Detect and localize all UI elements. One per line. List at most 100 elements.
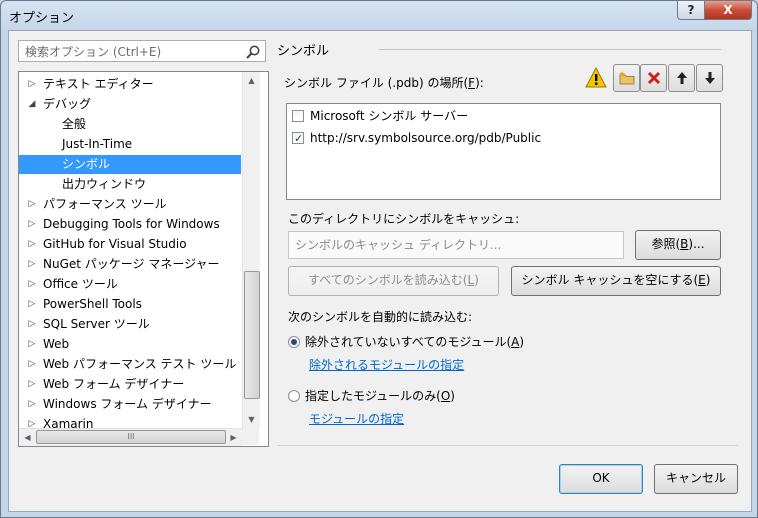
- location-label: Microsoft シンボル サーバー: [310, 109, 469, 123]
- scroll-down-icon[interactable]: ▼: [243, 411, 260, 428]
- scroll-corner: [242, 428, 259, 445]
- load-all-text: すべてのシンボルを読み込む(: [308, 273, 468, 287]
- search-input[interactable]: [23, 43, 237, 61]
- tree-item[interactable]: ▷ Office ツール: [19, 275, 241, 294]
- specify-excluded-modules-link[interactable]: 除外されるモジュールの指定: [309, 356, 464, 373]
- symbol-locations-list: Microsoft シンボル サーバー http://srv.symbolsou…: [286, 103, 721, 200]
- tree-item-label: Web フォーム デザイナー: [43, 377, 185, 391]
- collapsed-arrow-icon[interactable]: ▷: [27, 395, 37, 414]
- collapsed-arrow-icon[interactable]: ▷: [27, 375, 37, 394]
- tree-item-label: SQL Server ツール: [43, 317, 150, 331]
- tree-item[interactable]: ▷ Web フォーム デザイナー: [19, 375, 241, 394]
- move-up-button[interactable]: [668, 64, 695, 92]
- tree-item-label: 全般: [62, 117, 87, 131]
- remove-location-button[interactable]: [640, 64, 667, 92]
- collapsed-arrow-icon[interactable]: ▷: [27, 195, 37, 214]
- tree-item-label: デバッグ: [43, 97, 92, 111]
- collapsed-arrow-icon[interactable]: ▷: [27, 255, 37, 274]
- tree-item[interactable]: ▷ SQL Server ツール: [19, 315, 241, 334]
- options-tree: ▷ テキスト エディター ◢ デバッグ全般 Just-In-Time シンボル出力ウィンド…: [18, 71, 269, 447]
- tree-item[interactable]: ▷ Windows フォーム デザイナー: [19, 395, 241, 414]
- specified-modules-suffix: ): [450, 389, 455, 403]
- empty-cache-accesskey: E: [698, 273, 706, 287]
- scroll-left-icon[interactable]: ◀: [19, 429, 36, 446]
- specified-modules-accesskey: O: [440, 389, 451, 403]
- location-label: http://srv.symbolsource.org/pdb/Public: [310, 131, 542, 145]
- arrow-up-icon: [676, 72, 687, 84]
- collapsed-arrow-icon[interactable]: ▷: [27, 355, 37, 374]
- empty-cache-button[interactable]: シンボル キャッシュを空にする(E): [511, 266, 721, 296]
- tree-item-label: Just-In-Time: [62, 137, 133, 151]
- cache-directory-label: このディレクトリにシンボルをキャッシュ:: [288, 212, 520, 226]
- collapsed-arrow-icon[interactable]: ▷: [27, 275, 37, 294]
- tree-item[interactable]: 全般: [19, 115, 241, 134]
- search-box[interactable]: [18, 40, 266, 62]
- tree-item[interactable]: ▷ NuGet パッケージ マネージャー: [19, 255, 241, 274]
- all-modules-text: 除外されていないすべてのモジュール(: [305, 335, 512, 349]
- arrow-down-icon: [704, 72, 715, 84]
- close-button[interactable]: X: [704, 1, 752, 20]
- collapsed-arrow-icon[interactable]: ▷: [27, 235, 37, 254]
- tree-item[interactable]: ▷ GitHub for Visual Studio: [19, 235, 241, 254]
- file-locations-suffix: ):: [475, 76, 484, 90]
- tree-item-label: Office ツール: [43, 277, 118, 291]
- move-down-button[interactable]: [696, 64, 723, 92]
- footer-divider: [277, 445, 738, 446]
- tree-item[interactable]: ▷ パフォーマンス ツール: [19, 195, 241, 214]
- load-all-suffix: ): [474, 273, 479, 287]
- horizontal-scrollbar[interactable]: ◀ III ▶: [19, 428, 242, 446]
- load-all-symbols-button[interactable]: すべてのシンボルを読み込む(L): [288, 266, 499, 296]
- auto-load-label: 次のシンボルを自動的に読み込む:: [288, 310, 473, 324]
- location-checkbox[interactable]: [292, 130, 304, 148]
- section-title: シンボル: [277, 44, 330, 59]
- tree-item[interactable]: ▷ PowerShell Tools: [19, 295, 241, 314]
- window-title: オプション: [9, 11, 75, 26]
- tree-item-label: Web パフォーマンス テスト ツール: [43, 357, 237, 371]
- vertical-scrollbar[interactable]: ▲ ▼: [242, 72, 260, 428]
- tree-item[interactable]: ▷ Debugging Tools for Windows: [19, 215, 241, 234]
- specified-modules-radio[interactable]: [288, 390, 300, 402]
- specify-modules-link[interactable]: モジュールの指定: [309, 410, 404, 427]
- collapsed-arrow-icon[interactable]: ▷: [27, 295, 37, 314]
- horizontal-scroll-thumb[interactable]: III: [36, 430, 226, 444]
- cancel-button[interactable]: キャンセル: [654, 464, 738, 494]
- tree-item[interactable]: シンボル: [19, 155, 241, 174]
- tree-item-label: パフォーマンス ツール: [43, 197, 167, 211]
- tree-item[interactable]: ▷ Web パフォーマンス テスト ツール: [19, 355, 241, 374]
- help-button[interactable]: ?: [677, 1, 705, 20]
- tree-item[interactable]: 出力ウィンドウ: [19, 175, 241, 194]
- tree-item[interactable]: Just-In-Time: [19, 135, 241, 154]
- browse-button[interactable]: 参照(B)...: [635, 230, 721, 260]
- tree-item-label: Windows フォーム デザイナー: [43, 397, 212, 411]
- collapsed-arrow-icon[interactable]: ▷: [27, 335, 37, 354]
- tree-item-label: GitHub for Visual Studio: [43, 237, 187, 251]
- collapsed-arrow-icon[interactable]: ▷: [27, 215, 37, 234]
- all-modules-radio[interactable]: [288, 336, 300, 348]
- add-location-button[interactable]: [613, 64, 640, 92]
- file-locations-text: シンボル ファイル (.pdb) の場所(: [284, 76, 469, 90]
- collapsed-arrow-icon[interactable]: ▷: [27, 315, 37, 334]
- new-folder-icon: [618, 71, 634, 85]
- tree-item[interactable]: ◢ デバッグ: [19, 95, 241, 114]
- collapsed-arrow-icon[interactable]: ▷: [27, 75, 37, 94]
- ok-button[interactable]: OK: [559, 464, 643, 494]
- browse-suffix: )...: [688, 237, 705, 251]
- location-checkbox[interactable]: [292, 110, 304, 122]
- scroll-right-icon[interactable]: ▶: [225, 429, 242, 446]
- all-modules-label[interactable]: 除外されていないすべてのモジュール(A): [305, 333, 524, 350]
- warning-icon: [585, 67, 607, 88]
- tree-item-label: テキスト エディター: [43, 77, 154, 91]
- tree-item-label: Debugging Tools for Windows: [43, 217, 220, 231]
- tree-item-label: 出力ウィンドウ: [62, 177, 147, 191]
- scroll-up-icon[interactable]: ▲: [243, 72, 260, 89]
- specified-modules-label[interactable]: 指定したモジュールのみ(O): [305, 387, 455, 404]
- tree-item[interactable]: ▷ Web: [19, 335, 241, 354]
- cache-directory-input[interactable]: シンボルのキャッシュ ディレクトリ...: [288, 231, 624, 259]
- tree-item-label: PowerShell Tools: [43, 297, 142, 311]
- tree-item[interactable]: ▷ テキスト エディター: [19, 75, 241, 94]
- search-icon[interactable]: [245, 44, 261, 60]
- vertical-scroll-thumb[interactable]: [244, 271, 260, 399]
- empty-cache-text: シンボル キャッシュを空にする(: [521, 273, 699, 287]
- expanded-arrow-icon[interactable]: ◢: [27, 95, 37, 114]
- empty-cache-suffix: ): [705, 273, 711, 287]
